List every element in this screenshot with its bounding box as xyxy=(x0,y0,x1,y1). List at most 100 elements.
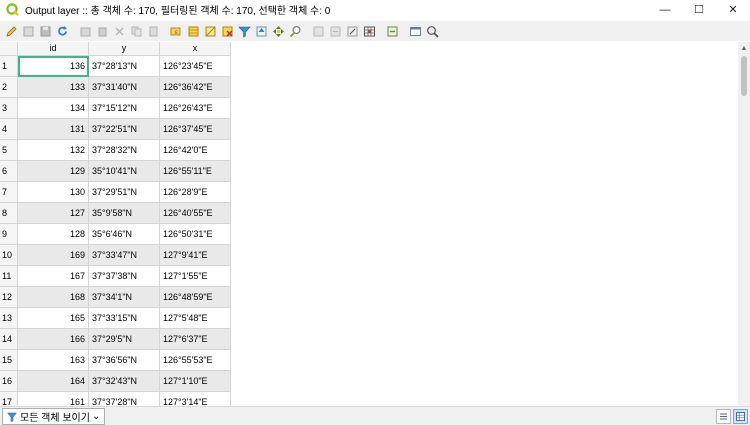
vertical-scrollbar[interactable]: ▲ xyxy=(738,42,750,406)
table-row[interactable]: 12 168 37°34'1"N 126°48'59"E xyxy=(0,287,231,308)
cell-id[interactable]: 128 xyxy=(18,224,89,245)
zoom-to-selected-icon[interactable] xyxy=(287,23,304,39)
row-number[interactable]: 17 xyxy=(0,392,18,406)
cell-y[interactable]: 37°36'56"N xyxy=(89,350,160,371)
copy-icon[interactable] xyxy=(128,23,145,39)
table-row[interactable]: 14 166 37°29'5"N 127°6'37"E xyxy=(0,329,231,350)
cell-y[interactable]: 35°6'46"N xyxy=(89,224,160,245)
cell-y[interactable]: 37°22'51"N xyxy=(89,119,160,140)
actions-icon[interactable] xyxy=(384,23,401,39)
cell-x[interactable]: 127°9'41"E xyxy=(160,245,231,266)
cell-id[interactable]: 132 xyxy=(18,140,89,161)
cell-x[interactable]: 126°55'53"E xyxy=(160,350,231,371)
new-field-icon[interactable] xyxy=(310,23,327,39)
table-row[interactable]: 13 165 37°33'15"N 127°5'48"E xyxy=(0,308,231,329)
row-number[interactable]: 10 xyxy=(0,245,18,266)
cell-x[interactable]: 126°42'0"E xyxy=(160,140,231,161)
minimize-button[interactable]: — xyxy=(648,0,682,19)
column-header-x[interactable]: x xyxy=(160,42,231,56)
row-number[interactable]: 9 xyxy=(0,224,18,245)
cell-x[interactable]: 126°37'45"E xyxy=(160,119,231,140)
form-view-button[interactable] xyxy=(716,409,731,424)
table-row[interactable]: 8 127 35°9'58"N 126°40'55"E xyxy=(0,203,231,224)
table-row[interactable]: 16 164 37°32'43"N 127°1'10"E xyxy=(0,371,231,392)
cell-id[interactable]: 131 xyxy=(18,119,89,140)
zoom-icon[interactable] xyxy=(424,23,441,39)
cell-y[interactable]: 37°29'51"N xyxy=(89,182,160,203)
table-row[interactable]: 7 130 37°29'51"N 126°28'9"E xyxy=(0,182,231,203)
table-row[interactable]: 4 131 37°22'51"N 126°37'45"E xyxy=(0,119,231,140)
cell-x[interactable]: 126°50'31"E xyxy=(160,224,231,245)
cell-id[interactable]: 164 xyxy=(18,371,89,392)
cell-x[interactable]: 126°23'45"E xyxy=(160,56,231,77)
cell-x[interactable]: 127°3'14"E xyxy=(160,392,231,406)
table-row[interactable]: 9 128 35°6'46"N 126°50'31"E xyxy=(0,224,231,245)
cell-id[interactable]: 163 xyxy=(18,350,89,371)
column-header-id[interactable]: id xyxy=(18,42,89,56)
table-row[interactable]: 10 169 37°33'47"N 127°9'41"E xyxy=(0,245,231,266)
cell-y[interactable]: 37°37'38"N xyxy=(89,266,160,287)
cell-y[interactable]: 37°37'28"N xyxy=(89,392,160,406)
cell-y[interactable]: 37°32'43"N xyxy=(89,371,160,392)
cell-x[interactable]: 127°5'48"E xyxy=(160,308,231,329)
cell-id[interactable]: 167 xyxy=(18,266,89,287)
column-header-y[interactable]: y xyxy=(89,42,160,56)
row-number[interactable]: 16 xyxy=(0,371,18,392)
cell-x[interactable]: 126°26'43"E xyxy=(160,98,231,119)
close-button[interactable]: ✕ xyxy=(716,0,750,19)
row-number[interactable]: 3 xyxy=(0,98,18,119)
cell-id[interactable]: 168 xyxy=(18,287,89,308)
cell-id[interactable]: 161 xyxy=(18,392,89,406)
select-all-icon[interactable] xyxy=(185,23,202,39)
dock-icon[interactable] xyxy=(407,23,424,39)
table-row[interactable]: 2 133 37°31'40"N 126°36'42"E xyxy=(0,77,231,98)
row-number[interactable]: 12 xyxy=(0,287,18,308)
cell-y[interactable]: 35°10'41"N xyxy=(89,161,160,182)
row-number[interactable]: 13 xyxy=(0,308,18,329)
cell-y[interactable]: 37°28'32"N xyxy=(89,140,160,161)
cell-x[interactable]: 127°1'10"E xyxy=(160,371,231,392)
cell-id[interactable]: 130 xyxy=(18,182,89,203)
table-row[interactable]: 15 163 37°36'56"N 126°55'53"E xyxy=(0,350,231,371)
cell-id[interactable]: 127 xyxy=(18,203,89,224)
save-icon[interactable] xyxy=(37,23,54,39)
table-row[interactable]: 17 161 37°37'28"N 127°3'14"E xyxy=(0,392,231,406)
pan-to-selected-icon[interactable] xyxy=(270,23,287,39)
table-row[interactable]: 1 136 37°28'13"N 126°23'45"E xyxy=(0,56,231,77)
row-number[interactable]: 15 xyxy=(0,350,18,371)
invert-selection-icon[interactable] xyxy=(202,23,219,39)
row-number[interactable]: 14 xyxy=(0,329,18,350)
cell-y[interactable]: 37°31'40"N xyxy=(89,77,160,98)
cell-id[interactable]: 165 xyxy=(18,308,89,329)
cell-y[interactable]: 37°34'1"N xyxy=(89,287,160,308)
field-calculator-icon[interactable] xyxy=(344,23,361,39)
row-number[interactable]: 6 xyxy=(0,161,18,182)
filter-selected-icon[interactable] xyxy=(236,23,253,39)
table-row[interactable]: 6 129 35°10'41"N 126°55'11"E xyxy=(0,161,231,182)
cell-id[interactable]: 166 xyxy=(18,329,89,350)
pencil-icon[interactable] xyxy=(3,23,20,39)
cell-id[interactable]: 169 xyxy=(18,245,89,266)
move-to-top-icon[interactable] xyxy=(253,23,270,39)
delete-icon[interactable] xyxy=(94,23,111,39)
row-number[interactable]: 1 xyxy=(0,56,18,77)
delete-field-icon[interactable] xyxy=(327,23,344,39)
multi-edit-icon[interactable] xyxy=(20,23,37,39)
cell-y[interactable]: 35°9'58"N xyxy=(89,203,160,224)
row-number[interactable]: 7 xyxy=(0,182,18,203)
corner-header[interactable] xyxy=(0,42,18,56)
table-row[interactable]: 11 167 37°37'38"N 127°1'55"E xyxy=(0,266,231,287)
cell-y[interactable]: 37°33'15"N xyxy=(89,308,160,329)
scroll-thumb[interactable] xyxy=(741,56,747,96)
cell-x[interactable]: 126°48'59"E xyxy=(160,287,231,308)
row-number[interactable]: 11 xyxy=(0,266,18,287)
cell-x[interactable]: 126°36'42"E xyxy=(160,77,231,98)
cut-icon[interactable] xyxy=(111,23,128,39)
select-expression-icon[interactable]: ε xyxy=(168,23,185,39)
cell-y[interactable]: 37°33'47"N xyxy=(89,245,160,266)
row-number[interactable]: 2 xyxy=(0,77,18,98)
cell-x[interactable]: 126°40'55"E xyxy=(160,203,231,224)
row-number[interactable]: 5 xyxy=(0,140,18,161)
cell-x[interactable]: 126°55'11"E xyxy=(160,161,231,182)
cell-id[interactable]: 133 xyxy=(18,77,89,98)
